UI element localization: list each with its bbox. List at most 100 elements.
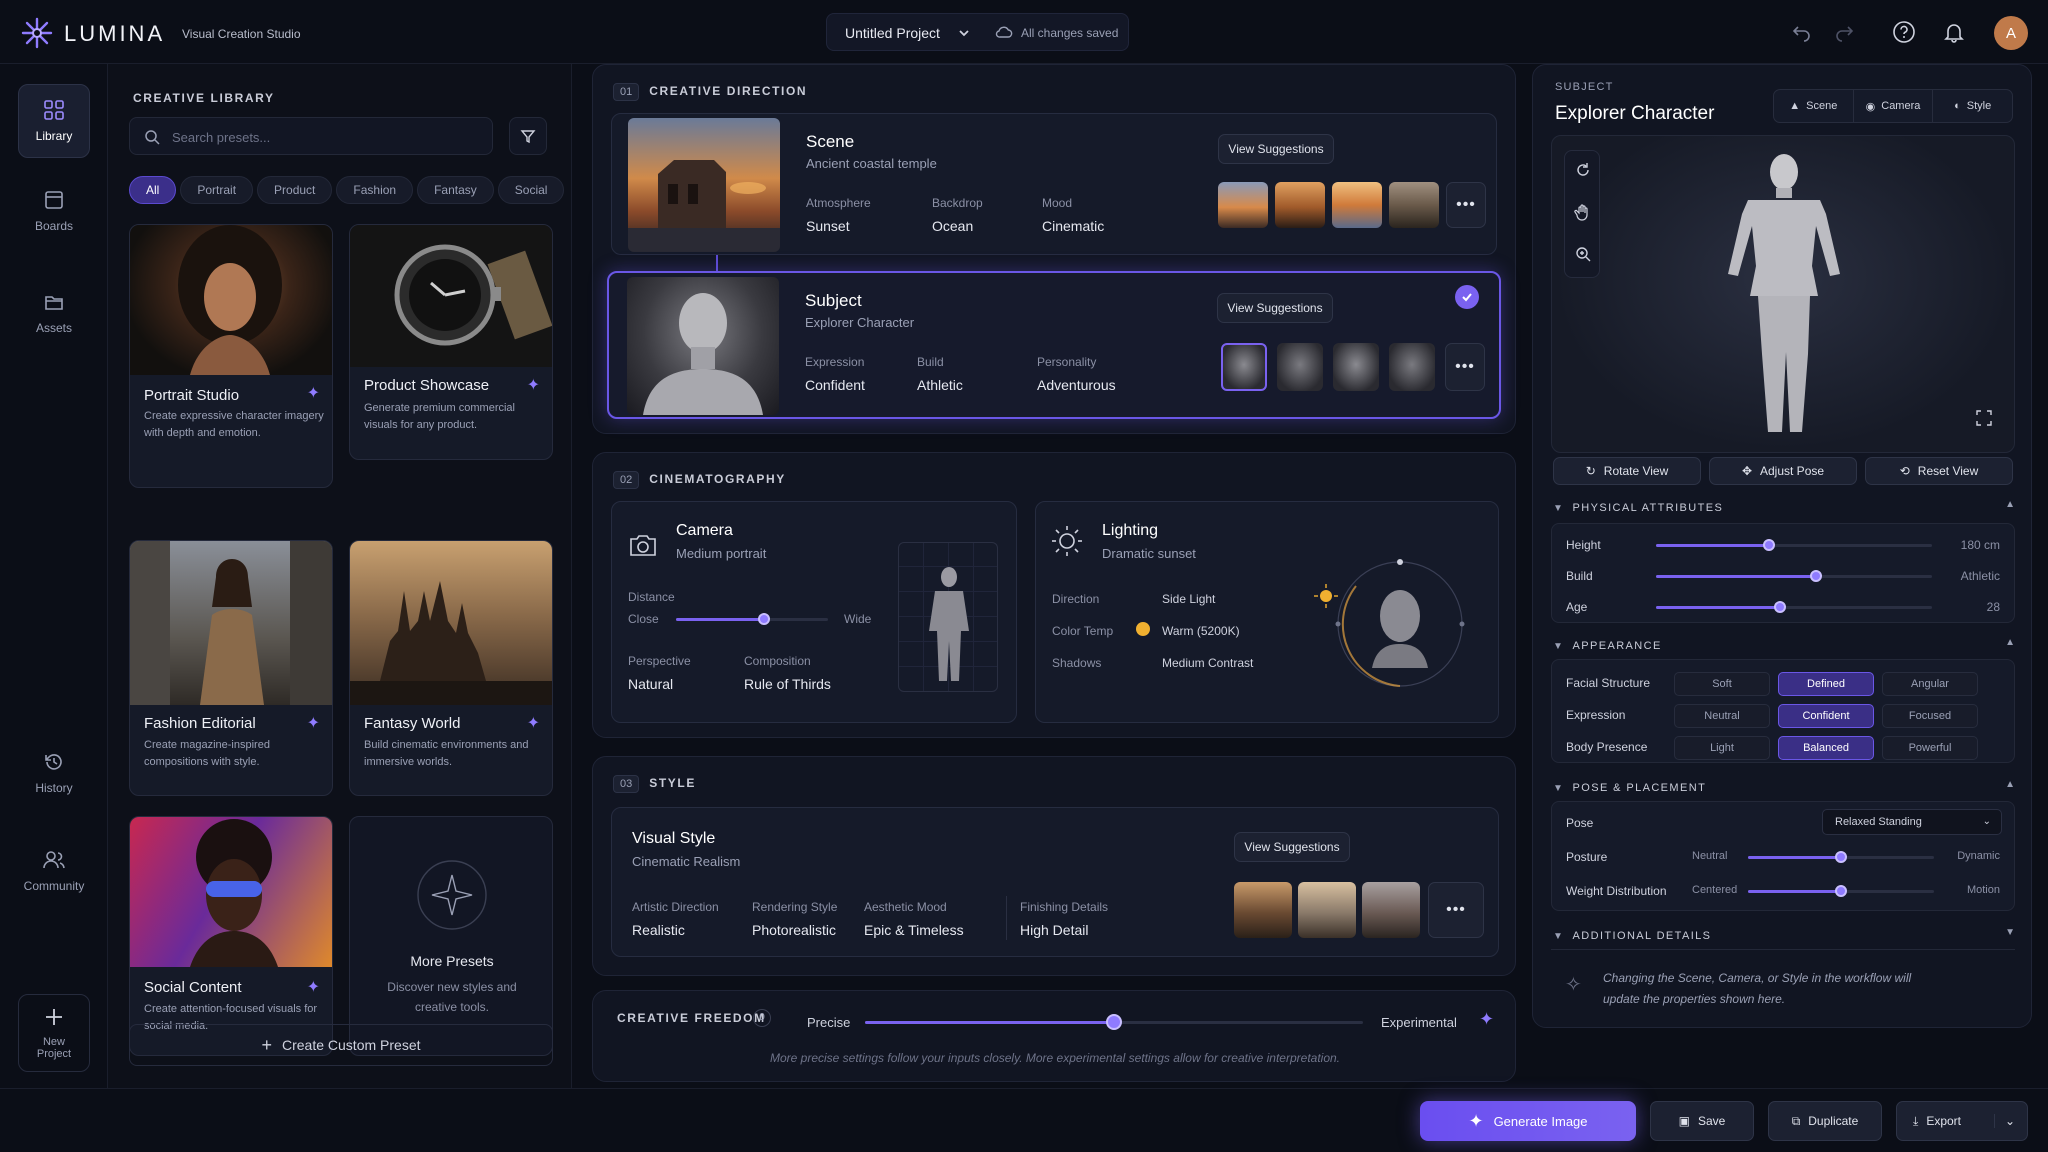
check-icon[interactable] — [1455, 285, 1479, 309]
light-direction-dial[interactable] — [1296, 538, 1476, 708]
tab-style[interactable]: ◐ Style — [1933, 90, 2012, 122]
segment-option[interactable]: Neutral — [1674, 704, 1770, 728]
direction-value[interactable]: Side Light — [1162, 592, 1215, 606]
scene-suggestion-2[interactable] — [1275, 182, 1325, 228]
sparkle-icon[interactable]: ✦ — [527, 713, 540, 733]
nav-library[interactable]: Library — [18, 84, 90, 158]
segment-option[interactable]: Focused — [1882, 704, 1978, 728]
more-presets-card[interactable]: More Presets Discover new styles and cre… — [349, 816, 553, 1056]
subject-suggestion-2[interactable] — [1277, 343, 1323, 391]
scene-suggestion-1[interactable] — [1218, 182, 1268, 228]
segment-option[interactable]: Balanced — [1778, 736, 1874, 760]
prop-value[interactable]: Sunset — [806, 218, 850, 234]
segment-option[interactable]: Soft — [1674, 672, 1770, 696]
bell-icon[interactable] — [1942, 20, 1966, 44]
perspective-value[interactable]: Natural — [628, 676, 673, 692]
pose-header[interactable]: ▼ POSE & PLACEMENT ▲ — [1553, 779, 2015, 794]
more-options-button[interactable]: ••• — [1428, 882, 1484, 938]
style-suggestion-3[interactable] — [1362, 882, 1420, 938]
avatar[interactable]: A — [1994, 16, 2028, 50]
zoom-tool-icon[interactable] — [1574, 245, 1592, 263]
search-input[interactable]: Search presets... — [129, 117, 493, 155]
prop-value[interactable]: Photorealistic — [752, 922, 836, 938]
visual-style-card[interactable]: Visual Style Cinematic Realism Artistic … — [611, 807, 1499, 957]
nav-boards[interactable]: Boards — [18, 174, 90, 248]
filter-button[interactable] — [509, 117, 547, 155]
prop-value[interactable]: Confident — [805, 377, 865, 393]
redo-icon[interactable] — [1834, 22, 1854, 42]
composition-value[interactable]: Rule of Thirds — [744, 676, 831, 692]
style-suggestion-2[interactable] — [1298, 882, 1356, 938]
subject-card[interactable]: Subject Explorer Character Expression Co… — [607, 271, 1501, 419]
scene-suggestion-4[interactable] — [1389, 182, 1439, 228]
sparkle-icon[interactable]: ✦ — [307, 713, 320, 733]
physical-header[interactable]: ▼ PHYSICAL ATTRIBUTES ▲ — [1553, 499, 2015, 514]
adjust-pose-button[interactable]: ✥ Adjust Pose — [1709, 457, 1857, 485]
filter-chip-product[interactable]: Product — [257, 176, 333, 204]
prop-value[interactable]: Cinematic — [1042, 218, 1104, 234]
prop-value[interactable]: Realistic — [632, 922, 685, 938]
subject-suggestion-4[interactable] — [1389, 343, 1435, 391]
chevron-down-icon[interactable]: ⌄ — [1993, 1114, 2015, 1128]
filter-chip-fantasy[interactable]: Fantasy — [417, 176, 494, 204]
preset-card-social[interactable]: Social Content ✦ Create attention-focuse… — [129, 816, 333, 1056]
reset-view-button[interactable]: ⟲ Reset View — [1865, 457, 2013, 485]
slider-knob[interactable] — [1835, 851, 1847, 863]
preset-card-product[interactable]: Product Showcase ✦ Generate premium comm… — [349, 224, 553, 460]
filter-chip-social[interactable]: Social — [497, 176, 565, 204]
rotate-view-button[interactable]: ↻ Rotate View — [1553, 457, 1701, 485]
duplicate-button[interactable]: ⧉ Duplicate — [1768, 1101, 1882, 1141]
scene-suggestion-3[interactable] — [1332, 182, 1382, 228]
segment-option[interactable]: Confident — [1778, 704, 1874, 728]
preset-card-portrait[interactable]: Portrait Studio ✦ Create expressive char… — [129, 224, 333, 488]
preset-card-fashion[interactable]: Fashion Editorial ✦ Create magazine-insp… — [129, 540, 333, 796]
distance-slider[interactable] — [676, 613, 828, 625]
help-icon[interactable] — [1892, 20, 1916, 44]
export-button[interactable]: ⤓ Export ⌄ — [1896, 1101, 2028, 1141]
segment-option[interactable]: Light — [1674, 736, 1770, 760]
posture-slider[interactable] — [1748, 851, 1934, 863]
rotate-tool-icon[interactable] — [1574, 161, 1592, 179]
pose-select[interactable]: Relaxed Standing ⌄ — [1822, 809, 2002, 835]
slider-knob[interactable] — [1835, 885, 1847, 897]
new-project-button[interactable]: New Project — [18, 994, 90, 1072]
slider-knob[interactable] — [1106, 1014, 1122, 1030]
build-slider[interactable] — [1656, 570, 1932, 582]
segment-option[interactable]: Defined — [1778, 672, 1874, 696]
segment-option[interactable]: Powerful — [1882, 736, 1978, 760]
age-slider[interactable] — [1656, 601, 1932, 613]
prop-value[interactable]: High Detail — [1020, 922, 1088, 938]
segment-option[interactable]: Angular — [1882, 672, 1978, 696]
height-slider[interactable] — [1656, 539, 1932, 551]
subject-suggestion-3[interactable] — [1333, 343, 1379, 391]
save-button[interactable]: ▣ Save — [1650, 1101, 1754, 1141]
filter-chip-fashion[interactable]: Fashion — [336, 176, 414, 204]
lighting-card[interactable]: Lighting Dramatic sunset Direction Side … — [1035, 501, 1499, 723]
sparkle-icon[interactable]: ✦ — [307, 977, 320, 997]
undo-icon[interactable] — [1792, 22, 1812, 42]
slider-knob[interactable] — [1763, 539, 1776, 551]
sparkle-icon[interactable]: ✦ — [307, 383, 320, 403]
filter-chip-portrait[interactable]: Portrait — [180, 176, 254, 204]
prop-value[interactable]: Ocean — [932, 218, 973, 234]
color-temp-value[interactable]: Warm (5200K) — [1162, 624, 1240, 638]
nav-assets[interactable]: Assets — [18, 276, 90, 350]
slider-knob[interactable] — [758, 613, 771, 625]
generate-image-button[interactable]: ✦ Generate Image — [1420, 1101, 1636, 1141]
tab-camera[interactable]: ◉ Camera — [1854, 90, 1934, 122]
scene-card[interactable]: Scene Ancient coastal temple Atmosphere … — [611, 113, 1497, 255]
slider-knob[interactable] — [1810, 570, 1823, 582]
shadows-value[interactable]: Medium Contrast — [1162, 656, 1253, 670]
create-custom-preset-button[interactable]: + Create Custom Preset — [129, 1024, 553, 1066]
slider-knob[interactable] — [1774, 601, 1787, 613]
nav-history[interactable]: History — [18, 736, 90, 810]
view-suggestions-button[interactable]: View Suggestions — [1218, 134, 1334, 164]
style-suggestion-1[interactable] — [1234, 882, 1292, 938]
view-suggestions-button[interactable]: View Suggestions — [1217, 293, 1333, 323]
appearance-header[interactable]: ▼ APPEARANCE ▲ — [1553, 637, 2015, 652]
view-suggestions-button[interactable]: View Suggestions — [1234, 832, 1350, 862]
subject-suggestion-1[interactable] — [1221, 343, 1267, 391]
additional-header[interactable]: ▼ ADDITIONAL DETAILS ▼ — [1553, 927, 2015, 942]
hand-tool-icon[interactable] — [1574, 203, 1592, 221]
freedom-slider[interactable] — [865, 1014, 1363, 1030]
